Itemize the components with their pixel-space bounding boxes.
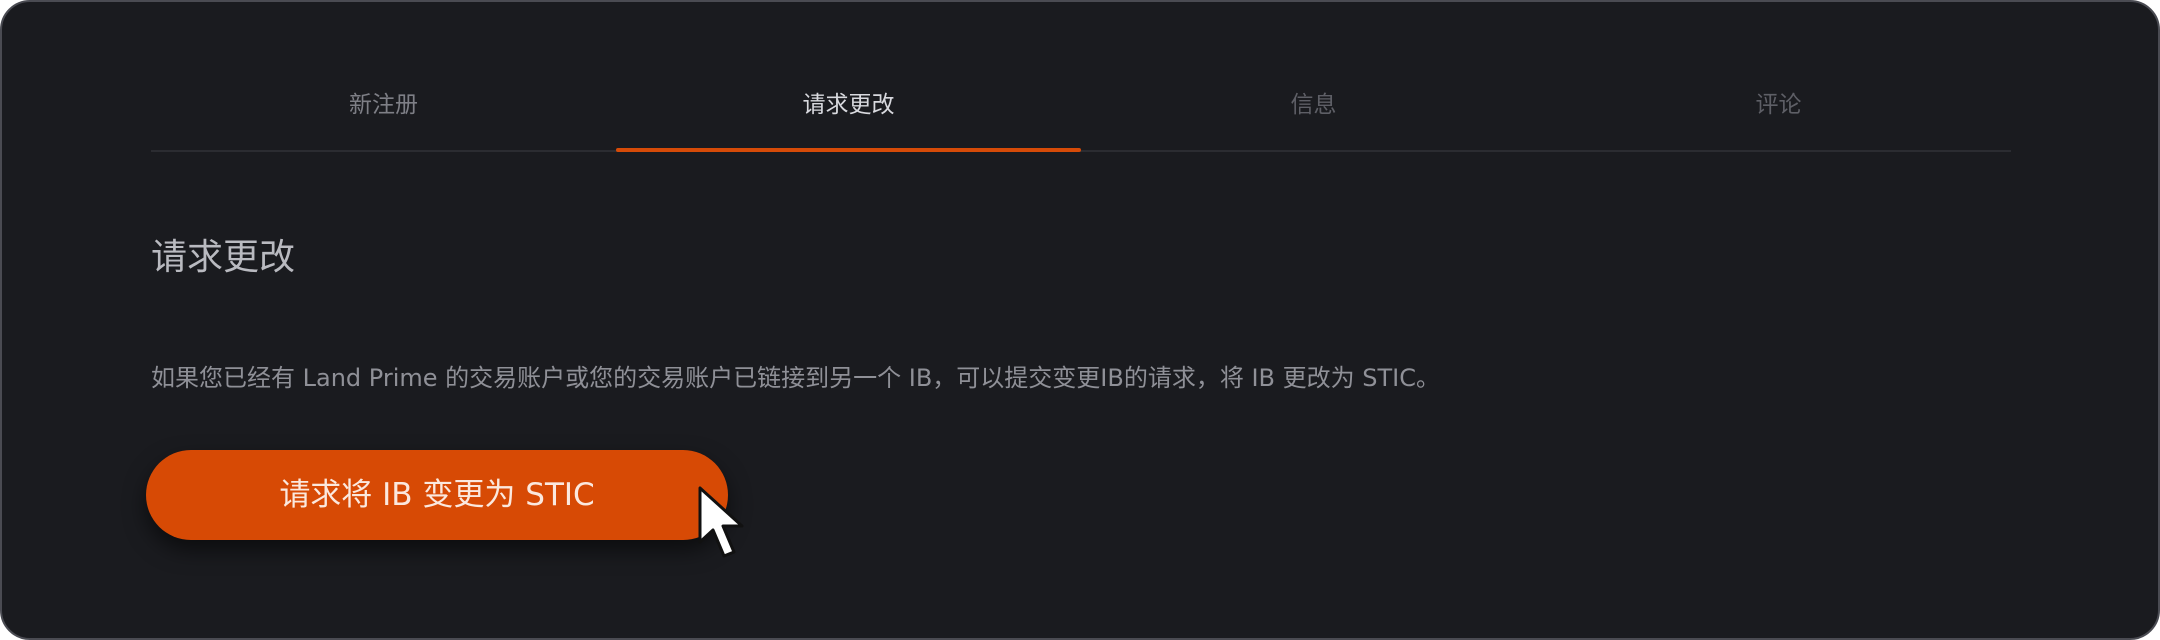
tab-new-registration[interactable]: 新注册 xyxy=(151,62,616,150)
section-description: 如果您已经有 Land Prime 的交易账户或您的交易账户已链接到另一个 IB… xyxy=(151,364,1441,392)
tab-request-change[interactable]: 请求更改 xyxy=(616,62,1081,152)
request-ib-change-button[interactable]: 请求将 IB 变更为 STIC xyxy=(146,450,728,540)
mouse-pointer-icon xyxy=(698,486,744,558)
tab-comments[interactable]: 评论 xyxy=(1546,62,2011,150)
section-title: 请求更改 xyxy=(151,237,296,278)
tab-bar: 新注册 请求更改 信息 评论 xyxy=(151,62,2011,152)
tab-information[interactable]: 信息 xyxy=(1081,62,1546,150)
request-change-panel: 新注册 请求更改 信息 评论 请求更改 如果您已经有 Land Prime 的交… xyxy=(0,0,2160,640)
